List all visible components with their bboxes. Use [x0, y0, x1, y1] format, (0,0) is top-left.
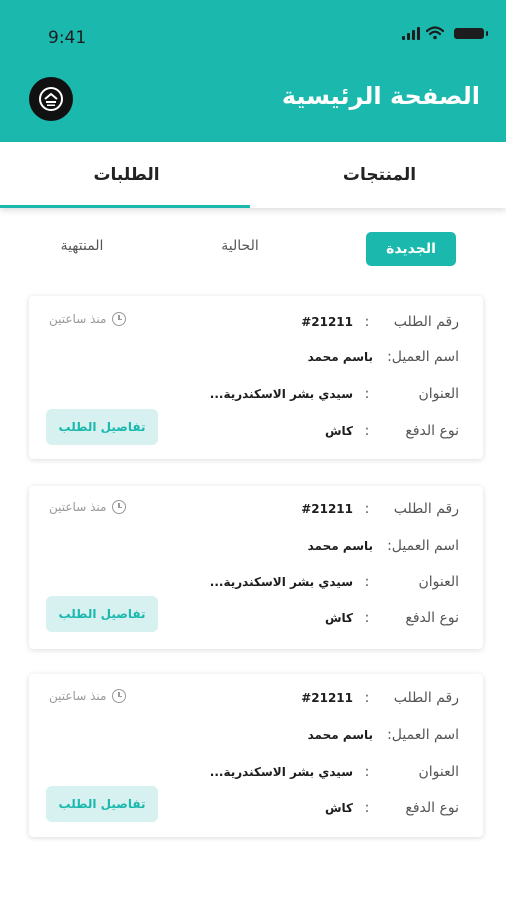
- order-details-button[interactable]: تفاصيل الطلب: [46, 596, 158, 632]
- filter-finished[interactable]: المنتهية: [40, 229, 124, 263]
- order-number-row: رقم الطلب : #21211: [159, 498, 459, 520]
- order-number-label: رقم الطلب: [393, 314, 459, 330]
- payment-row: نوع الدفع : كاش: [159, 797, 459, 819]
- page-title: الصفحة الرئيسية: [281, 82, 480, 110]
- logo-button[interactable]: [29, 77, 73, 121]
- colon: :: [364, 574, 370, 590]
- time-ago-text: منذ ساعتين: [49, 500, 107, 514]
- payment-type-value: كاش: [324, 801, 353, 815]
- customer-row: اسم العميل: باسم محمد: [159, 724, 459, 746]
- colon: :: [364, 764, 370, 780]
- colon: :: [364, 690, 370, 706]
- clock-icon: [112, 689, 127, 703]
- order-number-label: رقم الطلب: [393, 501, 459, 517]
- order-number-row: رقم الطلب : #21211: [159, 687, 459, 709]
- colon: :: [364, 314, 370, 330]
- time-ago-text: منذ ساعتين: [49, 689, 107, 703]
- order-number-value: #21211: [301, 315, 353, 329]
- clock-icon: [112, 500, 127, 514]
- filter-current[interactable]: الحالية: [200, 229, 280, 263]
- customer-row: اسم العميل: باسم محمد: [159, 535, 459, 557]
- battery-icon: [454, 27, 488, 39]
- wifi-icon: [426, 26, 444, 40]
- payment-type-label: نوع الدفع: [405, 800, 459, 816]
- address-value: سيدي بشر الاسكندرية...: [209, 765, 353, 779]
- address-value: سيدي بشر الاسكندرية...: [209, 387, 353, 401]
- time-ago: منذ ساعتين: [49, 689, 127, 703]
- order-details-button[interactable]: تفاصيل الطلب: [46, 409, 158, 445]
- customer-name-value: باسم محمد: [307, 350, 374, 364]
- logo-icon: [39, 87, 63, 111]
- order-number-value: #21211: [301, 691, 353, 705]
- order-number-row: رقم الطلب : #21211: [159, 311, 459, 333]
- address-label: العنوان: [418, 574, 459, 590]
- address-value: سيدي بشر الاسكندرية...: [209, 575, 353, 589]
- payment-type-value: كاش: [324, 424, 353, 438]
- address-label: العنوان: [418, 764, 459, 780]
- tab-orders[interactable]: الطلبات: [0, 142, 253, 208]
- address-row: العنوان : سيدي بشر الاسكندرية...: [159, 571, 459, 593]
- signal-icon: [402, 26, 420, 40]
- payment-type-label: نوع الدفع: [405, 423, 459, 439]
- payment-type-label: نوع الدفع: [405, 610, 459, 626]
- order-card: رقم الطلب : #21211 اسم العميل: باسم محمد…: [29, 486, 483, 649]
- colon: :: [364, 386, 370, 402]
- main-tabs: المنتجات الطلبات: [0, 142, 506, 208]
- app-header: 9:41 الصفحة الرئيسية: [0, 0, 506, 142]
- time-ago-text: منذ ساعتين: [49, 312, 107, 326]
- order-card: رقم الطلب : #21211 اسم العميل: باسم محمد…: [29, 674, 483, 837]
- time-ago: منذ ساعتين: [49, 312, 127, 326]
- order-number-label: رقم الطلب: [393, 690, 459, 706]
- address-label: العنوان: [418, 386, 459, 402]
- time-ago: منذ ساعتين: [49, 500, 127, 514]
- customer-name-label: اسم العميل:: [387, 349, 459, 365]
- filter-new[interactable]: الجديدة: [366, 232, 456, 266]
- order-card: رقم الطلب : #21211 اسم العميل: باسم محمد…: [29, 296, 483, 459]
- clock-icon: [112, 312, 127, 326]
- colon: :: [364, 800, 370, 816]
- customer-row: اسم العميل: باسم محمد: [159, 346, 459, 368]
- customer-name-value: باسم محمد: [307, 539, 374, 553]
- customer-name-label: اسم العميل:: [387, 538, 459, 554]
- customer-name-label: اسم العميل:: [387, 727, 459, 743]
- order-details-button[interactable]: تفاصيل الطلب: [46, 786, 158, 822]
- status-time: 9:41: [48, 28, 87, 48]
- customer-name-value: باسم محمد: [307, 728, 374, 742]
- payment-row: نوع الدفع : كاش: [159, 607, 459, 629]
- colon: :: [364, 610, 370, 626]
- address-row: العنوان : سيدي بشر الاسكندرية...: [159, 383, 459, 405]
- address-row: العنوان : سيدي بشر الاسكندرية...: [159, 761, 459, 783]
- tab-products[interactable]: المنتجات: [253, 142, 506, 208]
- payment-type-value: كاش: [324, 611, 353, 625]
- active-tab-indicator: [0, 205, 250, 208]
- payment-row: نوع الدفع : كاش: [159, 420, 459, 442]
- colon: :: [364, 501, 370, 517]
- order-number-value: #21211: [301, 502, 353, 516]
- colon: :: [364, 423, 370, 439]
- status-icons: [402, 24, 488, 42]
